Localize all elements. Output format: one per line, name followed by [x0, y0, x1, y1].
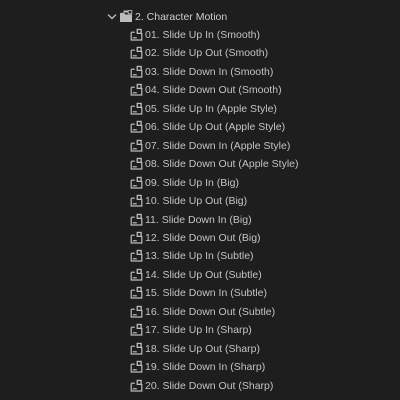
- list-item[interactable]: 15. Slide Down In (Subtle): [0, 284, 400, 302]
- list-item[interactable]: 20. Slide Down Out (Sharp): [0, 377, 400, 395]
- list-item-label: 01. Slide Up In (Smooth): [145, 29, 260, 41]
- list-item[interactable]: 06. Slide Up Out (Apple Style): [0, 118, 400, 136]
- preset-file-icon: [130, 120, 143, 133]
- preset-file-icon: [130, 213, 143, 226]
- preset-file-icon: [130, 28, 143, 41]
- list-item-label: 08. Slide Down Out (Apple Style): [145, 158, 299, 171]
- list-item[interactable]: 09. Slide Up In (Big): [0, 174, 400, 192]
- preset-file-icon: [130, 83, 143, 96]
- list-item-label: 19. Slide Down In (Sharp): [145, 361, 266, 374]
- list-item[interactable]: 05. Slide Up In (Apple Style): [0, 100, 400, 118]
- list-item-label: 15. Slide Down In (Subtle): [145, 287, 267, 300]
- list-item-label: 06. Slide Up Out (Apple Style): [145, 121, 286, 134]
- preset-file-icon: [130, 379, 143, 392]
- list-item[interactable]: 01. Slide Up In (Smooth): [0, 26, 400, 44]
- list-item[interactable]: 11. Slide Down In (Big): [0, 211, 400, 229]
- list-item[interactable]: 08. Slide Down Out (Apple Style): [0, 155, 400, 173]
- list-item-label: 07. Slide Down In (Apple Style): [145, 139, 291, 152]
- list-item[interactable]: 19. Slide Down In (Sharp): [0, 358, 400, 376]
- list-item-label: 04. Slide Down Out (Smooth): [145, 84, 282, 97]
- list-item[interactable]: 07. Slide Down In (Apple Style): [0, 137, 400, 155]
- list-item-label: 20. Slide Down Out (Sharp): [145, 379, 274, 392]
- project-tree-panel: 2. Character Motion 01. Slide Up In (Smo…: [0, 0, 400, 400]
- list-item-label: 03. Slide Down In (Smooth): [145, 65, 274, 78]
- preset-file-icon: [130, 323, 143, 336]
- preset-file-icon: [130, 139, 143, 152]
- list-item-label: 02. Slide Up Out (Smooth): [145, 47, 269, 60]
- preset-file-icon: [130, 194, 143, 207]
- folder-bin-icon: [119, 10, 133, 23]
- list-item[interactable]: 03. Slide Down In (Smooth): [0, 63, 400, 81]
- chevron-down-icon[interactable]: [107, 12, 117, 22]
- list-item[interactable]: 12. Slide Down Out (Big): [0, 229, 400, 247]
- preset-file-icon: [130, 157, 143, 170]
- list-item[interactable]: 16. Slide Down Out (Subtle): [0, 303, 400, 321]
- preset-file-icon: [130, 65, 143, 78]
- preset-file-icon: [130, 102, 143, 115]
- list-item[interactable]: 14. Slide Up Out (Subtle): [0, 266, 400, 284]
- preset-file-icon: [130, 46, 143, 60]
- list-item-label: 17. Slide Up In (Sharp): [145, 324, 252, 337]
- list-item-label: 18. Slide Up Out (Sharp): [145, 342, 260, 355]
- folder-label: 2. Character Motion: [135, 11, 228, 23]
- list-item-label: 10. Slide Up Out (Big): [145, 195, 248, 208]
- list-item-label: 05. Slide Up In (Apple Style): [145, 102, 277, 115]
- list-item[interactable]: 17. Slide Up In (Sharp): [0, 321, 400, 339]
- list-item-label: 09. Slide Up In (Big): [145, 176, 239, 189]
- list-item-label: 11. Slide Down In (Big): [145, 213, 252, 226]
- list-item-label: 16. Slide Down Out (Subtle): [145, 305, 276, 318]
- preset-file-icon: [130, 305, 143, 318]
- list-item[interactable]: 10. Slide Up Out (Big): [0, 192, 400, 210]
- list-item-label: 14. Slide Up Out (Subtle): [145, 268, 262, 281]
- list-item[interactable]: 02. Slide Up Out (Smooth): [0, 44, 400, 62]
- preset-file-icon: [130, 176, 143, 189]
- preset-file-icon: [130, 286, 143, 299]
- preset-file-icon: [130, 360, 143, 373]
- folder-row-character-motion[interactable]: 2. Character Motion: [0, 8, 400, 26]
- list-item[interactable]: 18. Slide Up Out (Sharp): [0, 340, 400, 358]
- preset-file-icon: [130, 342, 143, 355]
- preset-file-icon: [130, 231, 143, 244]
- list-item[interactable]: 04. Slide Down Out (Smooth): [0, 81, 400, 99]
- preset-file-icon: [130, 268, 143, 281]
- list-item-label: 13. Slide Up In (Subtle): [145, 250, 254, 263]
- preset-file-icon: [130, 249, 143, 262]
- list-item[interactable]: 13. Slide Up In (Subtle): [0, 247, 400, 265]
- list-item-label: 12. Slide Down Out (Big): [145, 231, 261, 244]
